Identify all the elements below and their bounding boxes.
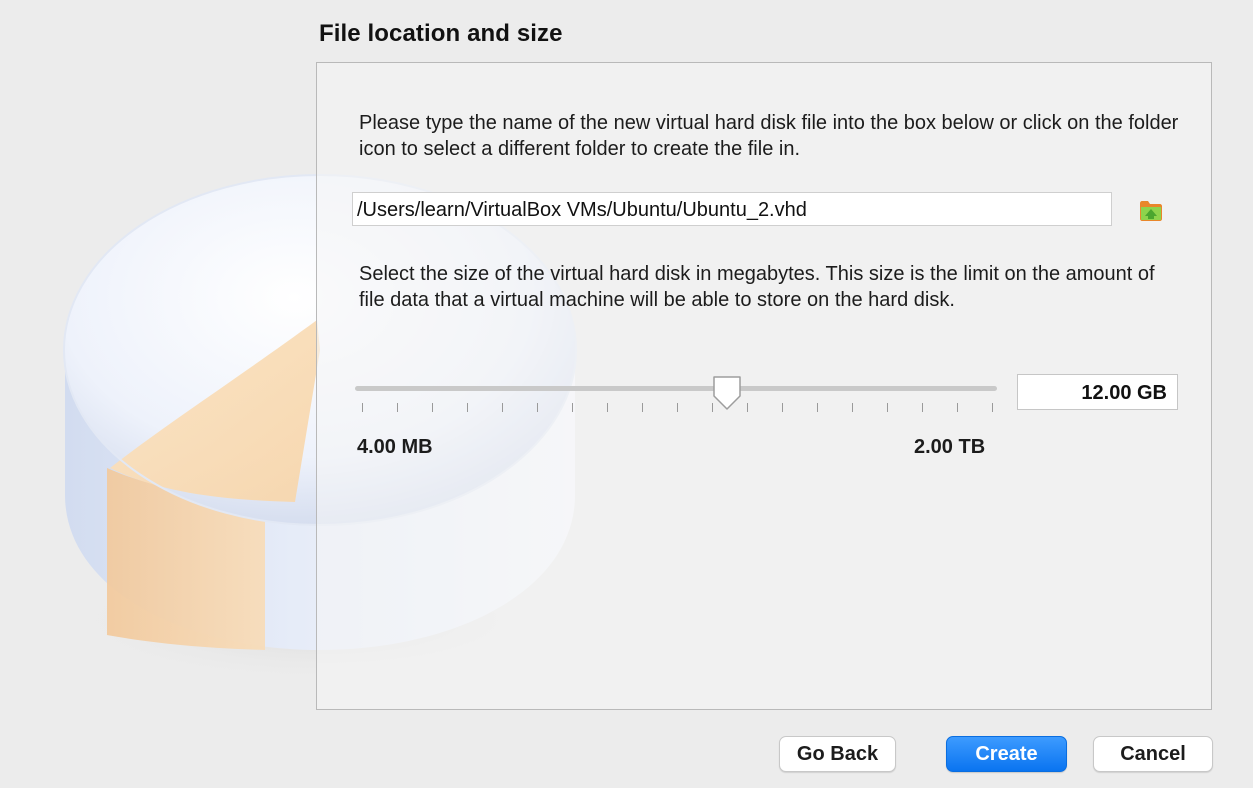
cancel-button[interactable]: Cancel	[1093, 736, 1213, 772]
disk-size-input[interactable]	[1017, 374, 1178, 410]
slider-tick	[747, 403, 748, 412]
slider-tick	[642, 403, 643, 412]
folder-icon[interactable]	[1138, 197, 1164, 223]
slider-tick	[817, 403, 818, 412]
slider-tick	[502, 403, 503, 412]
slider-tick	[992, 403, 993, 412]
slider-tick	[537, 403, 538, 412]
slider-tick	[922, 403, 923, 412]
size-min-label: 4.00 MB	[357, 436, 433, 458]
slider-tick	[782, 403, 783, 412]
slider-ticks	[355, 403, 999, 413]
slider-tick	[887, 403, 888, 412]
slider-tick	[607, 403, 608, 412]
slider-thumb[interactable]	[711, 374, 743, 412]
create-button[interactable]: Create	[946, 736, 1067, 772]
slider-tick	[362, 403, 363, 412]
location-description: Please type the name of the new virtual …	[359, 112, 1179, 160]
slider-tick	[957, 403, 958, 412]
slider-tick	[677, 403, 678, 412]
slider-tick	[467, 403, 468, 412]
go-back-button[interactable]: Go Back	[779, 736, 896, 772]
slider-tick	[572, 403, 573, 412]
disk-size-slider[interactable]	[355, 370, 999, 420]
slider-tick	[397, 403, 398, 412]
slider-track[interactable]	[355, 386, 997, 391]
page-title: File location and size	[319, 20, 563, 47]
slider-tick	[432, 403, 433, 412]
size-description: Select the size of the virtual hard disk…	[359, 263, 1155, 311]
size-max-label: 2.00 TB	[914, 436, 986, 458]
slider-tick	[852, 403, 853, 412]
file-path-input[interactable]	[352, 192, 1112, 226]
